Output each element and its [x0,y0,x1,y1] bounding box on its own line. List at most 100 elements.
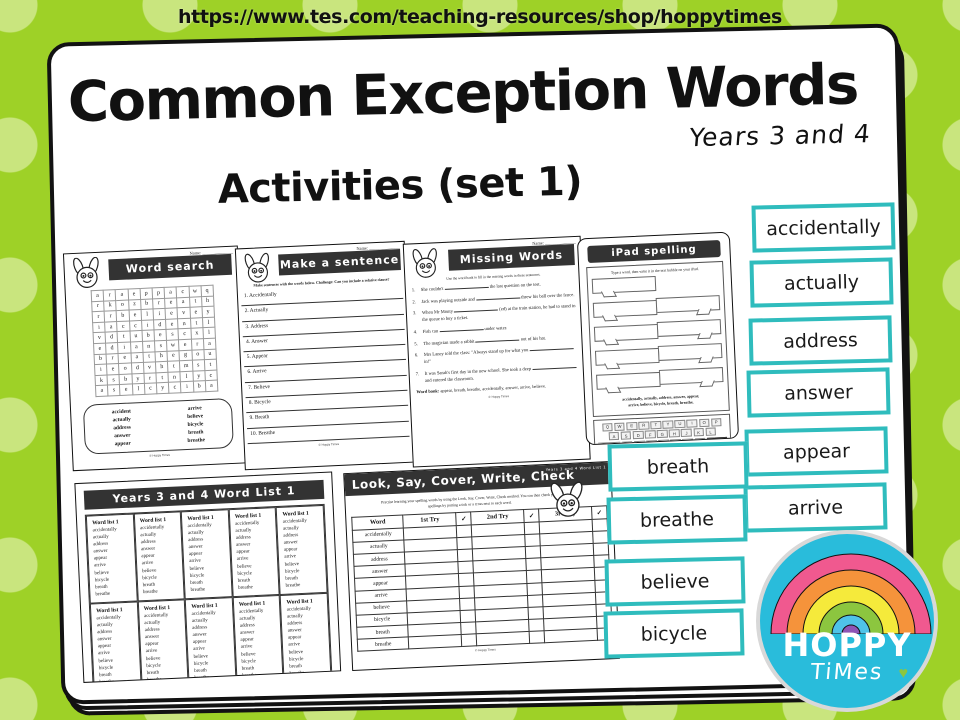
word-search-cell[interactable]: o [118,363,132,375]
table-cell-blank[interactable] [460,597,476,611]
word-search-cell[interactable]: i [153,308,166,320]
word-search-cell[interactable]: s [107,374,120,386]
word-search-cell[interactable]: e [154,329,167,341]
keyboard-key-y[interactable]: Y [662,420,674,429]
table-cell-blank[interactable] [461,621,477,635]
speech-bubble[interactable] [593,323,659,342]
word-search-cell[interactable]: y [192,370,206,382]
word-search-cell[interactable]: s [154,340,168,352]
keyboard-key-p[interactable]: P [710,417,722,427]
word-search-cell[interactable]: s [107,384,121,396]
keyboard-key-h[interactable]: H [668,429,680,438]
worksheet-word-list[interactable]: Years 3 and 4 Word List 1 Word list 1 acc… [74,471,342,683]
word-search-cell[interactable]: s [191,359,205,371]
word-search-cell[interactable]: d [153,319,167,331]
word-search-cell[interactable]: i [92,321,106,334]
table-cell-blank[interactable] [528,606,544,620]
word-search-cell[interactable]: d [105,342,119,354]
word-search-cell[interactable]: a [104,321,118,333]
word-search-cell[interactable]: e [178,339,192,351]
table-cell-blank[interactable] [458,573,475,587]
word-search-cell[interactable]: r [143,372,157,384]
word-search-cell[interactable]: r [104,310,118,322]
word-search-cell[interactable]: a [205,380,218,392]
word-search-cell[interactable]: r [152,297,166,310]
word-search-cell[interactable]: b [116,310,130,322]
word-search-cell[interactable]: u [129,330,143,342]
keyboard-key-q[interactable]: Q [602,422,613,432]
table-cell-blank[interactable] [525,545,541,559]
word-search-cell[interactable]: r [91,300,105,312]
speech-bubble[interactable] [592,299,658,318]
word-search-cell[interactable]: e [119,384,133,396]
table-cell-blank[interactable] [458,561,474,574]
keyboard-key-i[interactable]: I [686,418,698,428]
word-search-cell[interactable]: e [118,352,132,364]
blank-line[interactable] [454,309,499,313]
word-search-cell[interactable]: y [201,306,215,318]
word-search-cell[interactable]: d [131,362,144,374]
keyboard-key-g[interactable]: G [656,429,668,439]
word-card-breath[interactable]: breath [607,441,749,492]
hoppy-times-logo[interactable]: HOPPY TiMes ♥ [756,530,938,712]
table-cell-blank[interactable] [408,634,463,650]
worksheet-make-a-sentence[interactable]: Name: ______________ Make a sentence Mak… [234,240,415,471]
word-search-cell[interactable]: w [166,339,180,351]
word-search-cell[interactable]: e [189,306,203,319]
table-cell-blank[interactable] [527,594,544,608]
word-search-cell[interactable]: t [142,351,156,363]
word-search-cell[interactable]: t [189,296,202,308]
word-search-cell[interactable]: h [201,295,214,307]
word-search-cell[interactable]: a [164,286,177,298]
word-search-cell[interactable]: b [119,373,133,385]
word-card-arrive[interactable]: arrive [743,482,888,533]
speech-bubble[interactable] [658,367,724,385]
word-search-cell[interactable]: r [92,311,105,323]
table-cell-blank[interactable] [526,557,542,571]
word-search-cell[interactable]: n [168,371,181,383]
keyboard-key-t[interactable]: T [650,420,662,430]
word-search-cell[interactable]: e [164,297,178,309]
word-search-cell[interactable]: n [177,318,191,330]
word-search-cell[interactable]: k [103,300,117,312]
word-search-cell[interactable]: y [156,382,170,394]
word-search-cell[interactable]: v [143,362,156,374]
worksheet-word-search[interactable]: Name: ______________ Word search ara e p… [62,245,248,472]
word-card-breathe[interactable]: breathe [606,494,748,545]
table-cell-blank[interactable] [476,631,530,647]
table-cell-blank[interactable] [544,628,598,644]
word-search-cell[interactable]: g [179,349,192,361]
word-search-cell[interactable]: a [130,341,143,353]
blank-line[interactable] [532,366,577,370]
word-search-cell[interactable]: v [177,307,191,319]
table-cell-blank[interactable] [593,542,609,556]
word-search-cell[interactable]: i [141,319,155,331]
speech-bubble[interactable] [591,275,657,294]
word-search-cell[interactable]: l [140,309,154,321]
blank-line[interactable] [529,348,574,352]
worksheet-ipad-spelling[interactable]: iPad spelling Type a word, then write it… [576,231,740,446]
table-cell-blank[interactable] [524,521,540,535]
missing-word-item[interactable]: 6. Mrs Laney told the class: "Always stan… [415,344,578,366]
speech-bubble-group[interactable] [591,273,725,392]
word-search-cell[interactable]: u [203,348,217,360]
word-search-cell[interactable]: e [106,363,120,375]
word-search-cell[interactable]: t [167,360,181,373]
word-search-cell[interactable]: x [190,328,204,340]
word-search-cell[interactable]: c [178,328,192,340]
table-cell-blank[interactable] [457,548,474,562]
word-search-cell[interactable]: t [155,372,169,384]
word-card-appear[interactable]: appear [744,426,889,477]
speech-bubble[interactable] [657,343,723,361]
word-search-cell[interactable]: s [166,329,179,341]
table-cell-blank[interactable] [456,524,473,538]
word-search-cell[interactable]: a [176,296,190,308]
word-card-answer[interactable]: answer [746,367,891,418]
word-search-cell[interactable]: b [140,298,154,310]
word-search-cell[interactable]: o [116,299,129,311]
word-search-cell[interactable]: l [132,383,145,395]
word-search-cell[interactable]: i [117,341,131,354]
word-search-cell[interactable]: r [106,353,119,365]
keyboard-key-o[interactable]: O [698,418,710,427]
word-search-cell[interactable]: e [127,288,141,300]
